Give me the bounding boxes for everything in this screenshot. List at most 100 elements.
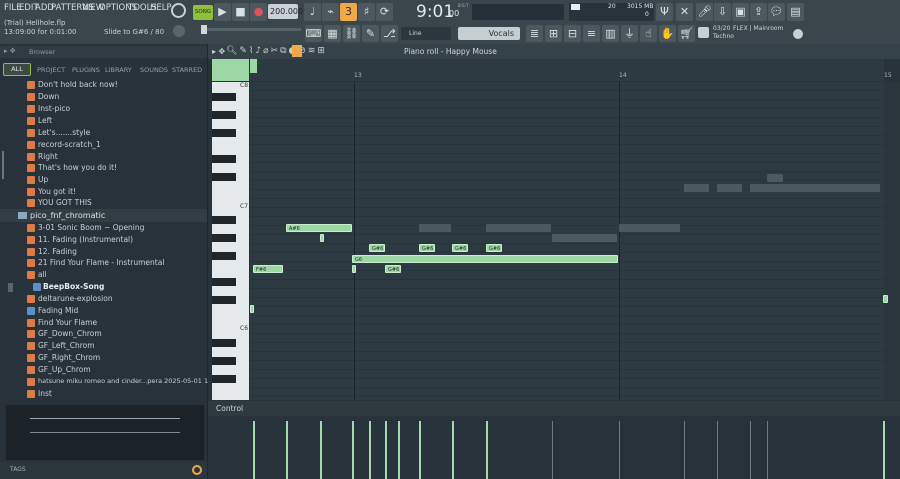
record-button[interactable]: ● — [250, 3, 267, 21]
brush-tool-active[interactable] — [292, 45, 302, 57]
list-item[interactable]: Inst — [38, 389, 52, 398]
wait-input-button[interactable]: ⌁ — [322, 3, 339, 21]
song-position-slider[interactable] — [201, 28, 301, 31]
ghost-note[interactable] — [552, 234, 617, 242]
save-button[interactable]: ▣ — [732, 3, 749, 21]
velocity-bar[interactable] — [419, 421, 421, 479]
list-item[interactable]: Inst-pico — [38, 104, 70, 113]
cart-button[interactable]: 🛒︎ — [678, 25, 695, 42]
velocity-bar[interactable] — [883, 421, 885, 479]
black-key[interactable] — [212, 252, 236, 260]
list-item[interactable]: GF_Down_Chrom — [38, 329, 102, 338]
ghost-note[interactable] — [486, 224, 551, 232]
play-button[interactable]: ▶ — [214, 3, 231, 21]
browser-tab-sounds[interactable]: SOUNDS — [140, 66, 168, 74]
stop-button[interactable]: ■ — [232, 3, 249, 21]
export-button[interactable]: ⇪ — [750, 3, 767, 21]
menu-help[interactable]: HELP — [150, 3, 172, 13]
touch-keyboard-button[interactable]: ☝ — [640, 25, 657, 42]
browser-tab-starred[interactable]: STARRED — [172, 66, 202, 74]
typing-keyboard-button[interactable]: ⌨ — [305, 25, 322, 42]
list-item[interactable]: You got it! — [38, 187, 76, 196]
channel-selector[interactable]: Vocals — [458, 27, 520, 40]
browser-tab-all[interactable]: ALL — [3, 63, 31, 76]
countdown-button[interactable]: 3 — [340, 3, 357, 21]
velocity-bar[interactable] — [369, 421, 371, 479]
black-key[interactable] — [212, 296, 236, 304]
list-item[interactable]: record-scratch_1 — [38, 140, 101, 149]
velocity-bar[interactable] — [320, 421, 322, 479]
note-small[interactable] — [352, 265, 356, 273]
close-tools-button[interactable]: ✕ — [676, 3, 693, 21]
list-item[interactable]: Fading Mid — [38, 306, 78, 315]
scroll-indicator[interactable] — [8, 283, 13, 292]
note-f6[interactable]: G#6 — [385, 265, 401, 273]
list-item[interactable]: hatsune miku romeo and cinder...pera 202… — [38, 377, 234, 385]
ghost-note[interactable] — [767, 174, 783, 182]
browser-button[interactable]: ▥ — [602, 25, 619, 42]
note-g6[interactable]: G#6 — [419, 244, 435, 252]
channel-rack-button[interactable]: ⊞ — [545, 25, 562, 42]
tags-label[interactable]: TAGS — [10, 466, 26, 473]
ghost-note[interactable] — [717, 184, 742, 192]
loop-record-button[interactable]: ⟳ — [376, 3, 393, 21]
black-key[interactable] — [212, 339, 236, 347]
note-g6[interactable]: G#6 — [452, 244, 468, 252]
note-g6[interactable]: G#6 — [486, 244, 502, 252]
note-f6[interactable]: F#6 — [253, 265, 283, 273]
song-position-handle[interactable] — [201, 25, 207, 34]
link-button[interactable]: ⛓ — [343, 25, 360, 42]
black-key[interactable] — [212, 234, 236, 242]
note-small[interactable] — [883, 295, 888, 303]
list-item[interactable]: Down — [38, 92, 59, 101]
brush-button[interactable]: ✎ — [362, 25, 379, 42]
ghost-note[interactable] — [619, 224, 680, 232]
black-key[interactable] — [212, 129, 236, 137]
ghost-note[interactable] — [419, 224, 451, 232]
download-button[interactable]: ⇩ — [714, 3, 731, 21]
control-label[interactable]: Control — [216, 404, 243, 413]
vertical-scrollbar[interactable] — [884, 82, 900, 400]
control-lane[interactable] — [250, 416, 884, 479]
velocity-bar[interactable] — [398, 421, 400, 479]
list-item[interactable]: Right — [38, 152, 58, 161]
master-volume-knob[interactable] — [171, 3, 186, 18]
velocity-bar[interactable] — [286, 421, 288, 479]
playhead-marker[interactable] — [250, 59, 257, 73]
list-item[interactable]: YOU GOT THIS — [38, 198, 92, 207]
browser-tab-library[interactable]: LIBRARY — [105, 66, 132, 74]
velocity-bar[interactable] — [452, 421, 454, 479]
note-g6[interactable]: G#6 — [369, 244, 385, 252]
list-item[interactable]: Up — [38, 175, 48, 184]
black-key[interactable] — [212, 93, 236, 101]
globe-icon[interactable] — [793, 29, 803, 39]
list-item[interactable]: deltarune-explosion — [38, 294, 113, 303]
blend-notes-button[interactable]: ♯ — [358, 3, 375, 21]
tempo-display[interactable]: 200.000 — [268, 4, 303, 19]
list-item[interactable]: 3-01 Sonic Boom ~ Opening — [38, 223, 144, 232]
piano-roll-menu-icon[interactable]: ▸ ✥ — [212, 47, 225, 56]
note-a6[interactable]: A#6 — [286, 224, 352, 232]
note-small[interactable] — [250, 305, 254, 313]
black-key[interactable] — [212, 357, 236, 365]
chat-button[interactable]: 💬︎ — [768, 3, 785, 21]
note-small[interactable] — [320, 234, 324, 242]
snap-selector[interactable]: Line — [401, 27, 451, 40]
browser-nav-icon[interactable]: ▸ ✥ — [4, 47, 16, 55]
list-item[interactable]: Let's.......style — [38, 128, 90, 137]
list-item[interactable]: GF_Up_Chrom — [38, 365, 91, 374]
master-pitch-knob[interactable] — [173, 25, 185, 37]
list-item[interactable]: 21 Find Your Flame - Instrumental — [38, 258, 164, 267]
piano-roll-button[interactable]: ⊟ — [564, 25, 581, 42]
ghost-note[interactable] — [684, 184, 709, 192]
step-edit-button[interactable]: ▦ — [324, 25, 341, 42]
note-g6-long[interactable]: G6 — [352, 255, 618, 263]
velocity-bar[interactable] — [486, 421, 488, 479]
ghost-note[interactable] — [750, 184, 880, 192]
browser-toggle-button[interactable]: ▤ — [787, 3, 804, 21]
song-mode-toggle[interactable]: SONG — [193, 5, 213, 20]
list-item[interactable]: GF_Left_Chrom — [38, 341, 95, 350]
browser-tab-project[interactable]: PROJECT — [37, 66, 65, 74]
news-title[interactable]: FLEX | Mainroom — [733, 25, 783, 32]
roll-corner[interactable] — [212, 59, 249, 81]
